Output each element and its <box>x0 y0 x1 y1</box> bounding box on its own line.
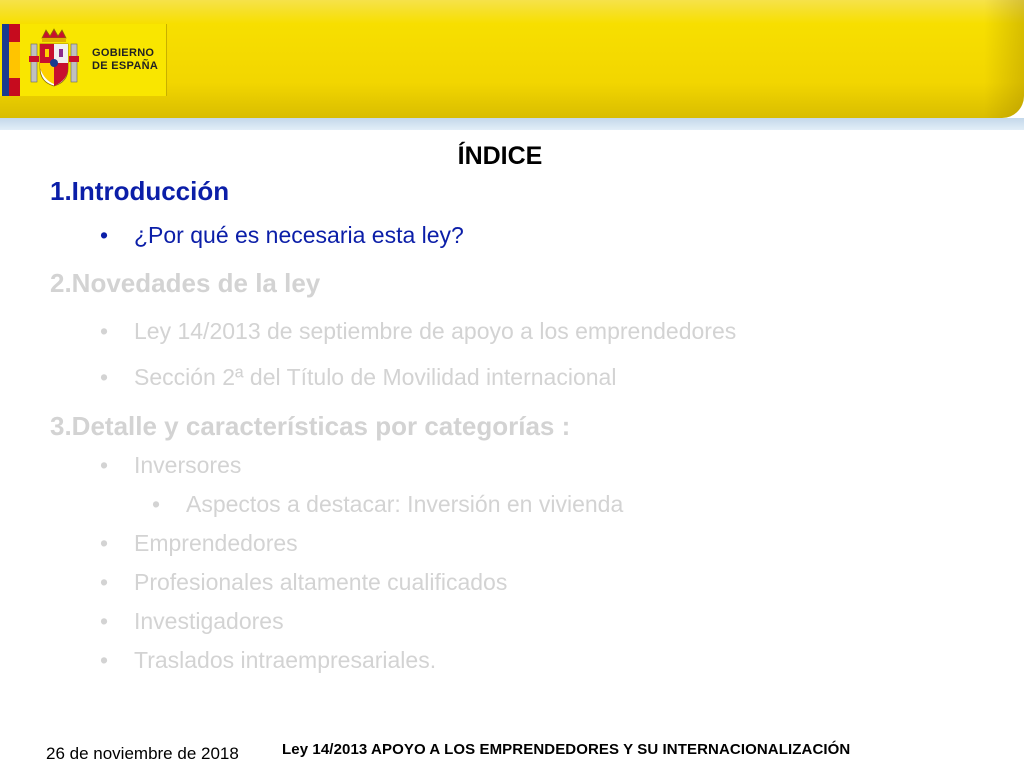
bullet-icon: • <box>152 491 161 517</box>
list-item-sub: • Aspectos a destacar: Inversión en vivie… <box>152 491 623 518</box>
gov-line-2: DE ESPAÑA <box>92 60 159 72</box>
footer-title: Ley 14/2013 APOYO A LOS EMPRENDEDORES Y … <box>282 741 851 758</box>
section-heading-introduccion: 1.Introducción <box>50 176 230 206</box>
gov-line-1: GOBIERNO <box>92 47 155 59</box>
list-item-text: ¿Por qué es necesaria esta ley? <box>134 222 464 248</box>
page-title: ÍNDICE <box>457 142 543 170</box>
section-heading-novedades: 2.Novedades de la ley <box>50 268 321 298</box>
list-item-text: Emprendedores <box>134 530 298 556</box>
bullet-icon: • <box>100 222 109 248</box>
list-item-text: Investigadores <box>134 608 284 634</box>
coat-of-arms-icon <box>29 28 79 87</box>
list-item: • Ley 14/2013 de septiembre de apoyo a lo… <box>100 318 736 345</box>
government-name: GOBIERNO DE ESPAÑA <box>92 47 158 73</box>
section-heading-detalle: 3.Detalle y características por categorí… <box>50 411 571 441</box>
bullet-icon: • <box>100 608 109 634</box>
list-item: • Traslados intraempresariales. <box>100 647 436 674</box>
header-stripe <box>0 118 1024 130</box>
list-item-text: Sección 2ª del Título de Movilidad inter… <box>134 364 617 390</box>
bullet-icon: • <box>100 647 109 673</box>
list-item-text: Inversores <box>134 452 242 478</box>
list-item: • Investigadores <box>100 608 284 635</box>
list-item-text: Aspectos a destacar: Inversión en vivien… <box>186 491 624 517</box>
bullet-icon: • <box>100 318 109 344</box>
footer-date: 26 de noviembre de 2018 <box>46 744 239 763</box>
bullet-icon: • <box>100 569 109 595</box>
list-item: • ¿Por qué es necesaria esta ley? <box>100 222 464 249</box>
list-item-text: Profesionales altamente cualificados <box>134 569 508 595</box>
bullet-icon: • <box>100 364 109 390</box>
list-item: • Profesionales altamente cualificados <box>100 569 507 596</box>
slide: GOBIERNO DE ESPAÑA ÍNDICE 1.Introducción… <box>0 0 1024 768</box>
list-item-text: Ley 14/2013 de septiembre de apoyo a los… <box>134 318 737 344</box>
list-item: • Sección 2ª del Título de Movilidad inte… <box>100 364 616 391</box>
list-item-text: Traslados intraempresariales. <box>134 647 437 673</box>
eu-flag-icon <box>2 24 9 96</box>
bullet-icon: • <box>100 530 109 556</box>
bullet-icon: • <box>100 452 109 478</box>
list-item: • Inversores <box>100 452 241 479</box>
list-item: • Emprendedores <box>100 530 298 557</box>
